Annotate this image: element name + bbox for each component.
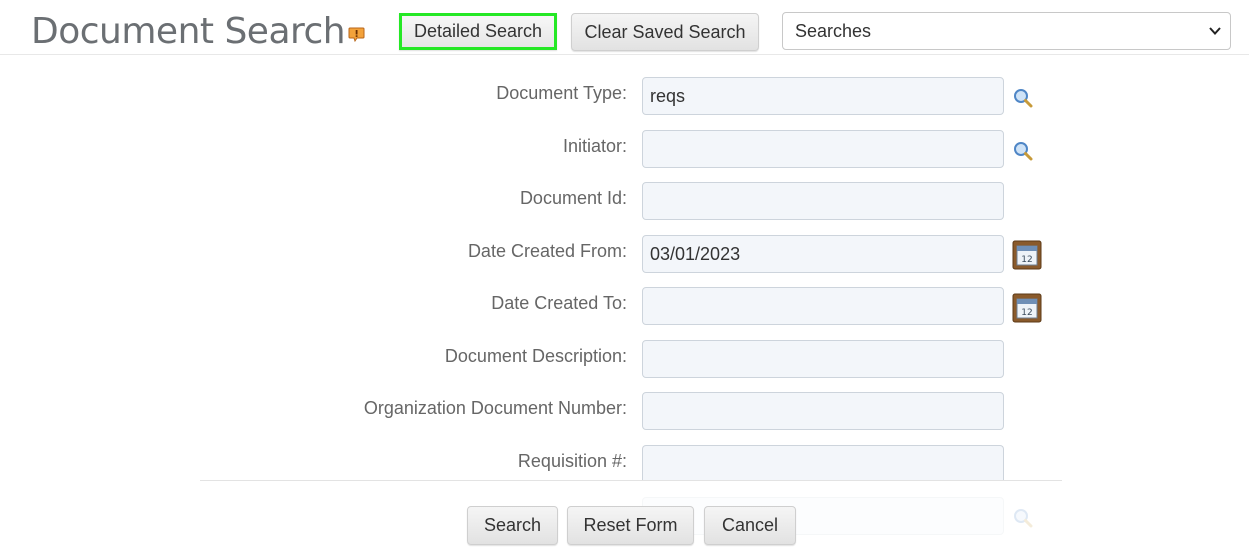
chevron-down-icon bbox=[1209, 27, 1221, 35]
header-bar: Document Search Detailed Search Clear Sa… bbox=[0, 0, 1249, 55]
help-icon[interactable] bbox=[348, 27, 365, 42]
initiator-label: Initiator: bbox=[562, 136, 627, 156]
organization-document-number-input[interactable] bbox=[642, 392, 1004, 430]
detailed-search-button[interactable]: Detailed Search bbox=[399, 13, 557, 50]
date-created-to-input[interactable] bbox=[642, 287, 1004, 325]
organization-document-number-label: Organization Document Number: bbox=[363, 398, 627, 418]
search-button[interactable]: Search bbox=[467, 506, 558, 545]
requisition-number-input[interactable] bbox=[642, 445, 1004, 481]
hidden-scroll-field bbox=[642, 497, 1004, 535]
document-description-input[interactable] bbox=[642, 340, 1004, 378]
date-created-from-input[interactable]: 03/01/2023 bbox=[642, 235, 1004, 273]
calendar-icon[interactable]: 12 bbox=[1012, 293, 1042, 323]
saved-searches-selected: Searches bbox=[795, 20, 872, 41]
document-type-label: Document Type: bbox=[496, 83, 627, 103]
document-id-label: Document Id: bbox=[519, 188, 627, 208]
magnifier-icon[interactable] bbox=[1012, 140, 1034, 162]
svg-text:12: 12 bbox=[1021, 255, 1032, 265]
calendar-icon[interactable]: 12 bbox=[1012, 240, 1042, 270]
saved-searches-select[interactable]: Searches bbox=[782, 12, 1231, 50]
reset-form-button[interactable]: Reset Form bbox=[567, 506, 694, 545]
page-title: Document Search bbox=[31, 11, 346, 52]
initiator-input[interactable] bbox=[642, 130, 1004, 168]
document-description-label: Document Description: bbox=[444, 346, 627, 366]
date-created-to-label: Date Created To: bbox=[491, 293, 627, 313]
document-id-input[interactable] bbox=[642, 182, 1004, 220]
document-type-input[interactable]: reqs bbox=[642, 77, 1004, 115]
date-created-from-label: Date Created From: bbox=[467, 241, 627, 261]
svg-text:12: 12 bbox=[1021, 308, 1032, 318]
magnifier-icon[interactable] bbox=[1012, 87, 1034, 109]
magnifier-icon bbox=[1014, 509, 1033, 528]
requisition-number-label: Requisition #: bbox=[517, 451, 627, 471]
footer-divider bbox=[200, 480, 1062, 481]
clear-saved-search-button[interactable]: Clear Saved Search bbox=[571, 13, 759, 51]
cancel-button[interactable]: Cancel bbox=[704, 506, 796, 545]
